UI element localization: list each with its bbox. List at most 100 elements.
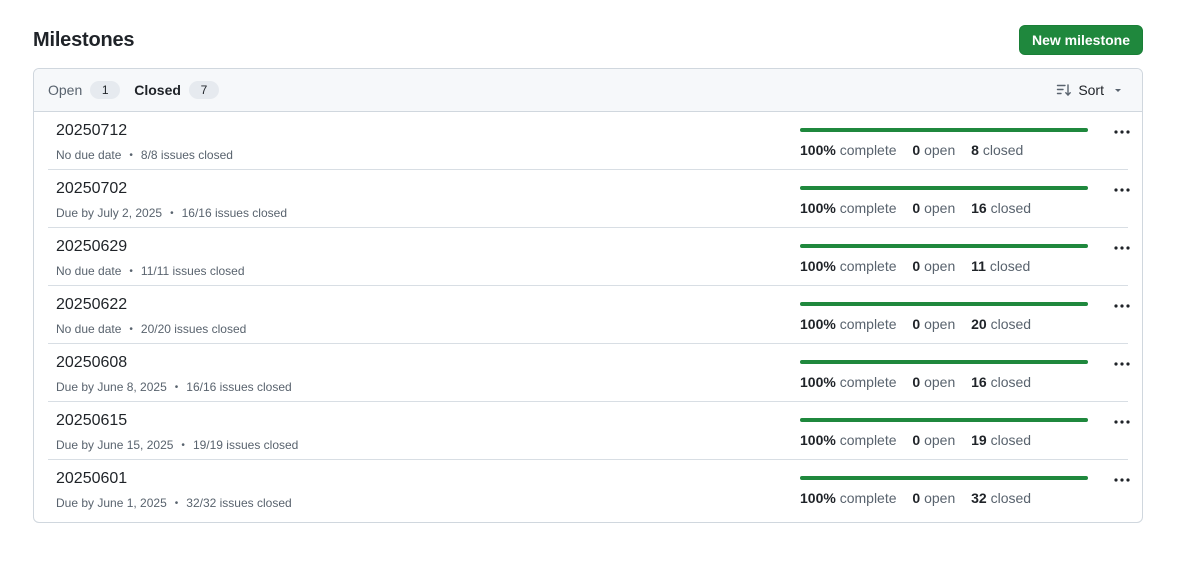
open-label: open [924, 374, 956, 390]
progress-bar [800, 476, 1088, 480]
closed-count: 20 [971, 316, 987, 332]
milestone-info: 20250608 Due by June 8, 2025 • 16/16 iss… [48, 344, 292, 401]
tab-closed-label: Closed [134, 82, 181, 98]
closed-label: closed [990, 432, 1032, 448]
progress-bar [800, 302, 1088, 306]
milestone-issues-summary: 20/20 issues closed [140, 322, 247, 336]
milestone-progress-area: 100% complete 0 open 32 closed [800, 460, 1140, 518]
closed-count: 32 [971, 490, 987, 506]
percent-value: 100% [800, 316, 836, 332]
closed-count: 11 [971, 258, 986, 274]
stat-closed: 11 closed [971, 258, 1030, 274]
kebab-menu-icon[interactable] [1110, 296, 1134, 316]
open-count: 0 [912, 316, 921, 332]
complete-label: complete [839, 316, 897, 332]
sort-dropdown[interactable]: Sort [1056, 82, 1126, 98]
stat-open: 0 open [912, 200, 955, 216]
progress-bar [800, 186, 1088, 190]
complete-label: complete [839, 374, 897, 390]
separator-dot: • [181, 439, 185, 451]
open-count: 0 [912, 200, 921, 216]
milestone-title[interactable]: 20250629 [56, 237, 245, 257]
stat-closed: 20 closed [971, 316, 1031, 332]
milestone-title[interactable]: 20250622 [56, 295, 246, 315]
new-milestone-button[interactable]: New milestone [1018, 25, 1143, 55]
tab-closed[interactable]: Closed 7 [134, 81, 219, 99]
milestone-row: 20250622 No due date • 20/20 issues clos… [48, 286, 1130, 344]
milestone-due-date: No due date [56, 264, 122, 278]
stat-complete: 100% complete [800, 142, 897, 158]
closed-label: closed [990, 374, 1032, 390]
milestone-due-date: No due date [56, 322, 122, 336]
open-label: open [924, 432, 956, 448]
separator-dot: • [174, 497, 179, 509]
kebab-menu-icon[interactable] [1110, 470, 1134, 490]
milestone-issues-summary: 32/32 issues closed [186, 496, 292, 510]
milestone-row: 20250629 No due date • 11/11 issues clos… [48, 228, 1130, 286]
milestone-info: 20250712 No due date • 8/8 issues closed [48, 112, 233, 169]
separator-dot: • [129, 149, 133, 161]
milestone-progress-area: 100% complete 0 open 8 closed [800, 112, 1140, 170]
progress-bar-fill [800, 418, 1088, 422]
milestone-title[interactable]: 20250615 [56, 411, 298, 431]
progress-bar [800, 244, 1088, 248]
open-label: open [924, 142, 956, 158]
milestone-meta: No due date • 20/20 issues closed [56, 322, 246, 336]
closed-count: 16 [971, 200, 987, 216]
milestone-meta: Due by June 8, 2025 • 16/16 issues close… [56, 380, 292, 394]
stat-complete: 100% complete [800, 374, 897, 390]
milestone-title[interactable]: 20250712 [56, 121, 233, 141]
milestones-box: Open 1 Closed 7 Sort 20250712 No due dat… [33, 68, 1143, 523]
percent-value: 100% [800, 432, 836, 448]
closed-count: 16 [971, 374, 987, 390]
stat-complete: 100% complete [800, 432, 897, 448]
progress-bar [800, 128, 1088, 132]
tab-open[interactable]: Open 1 [48, 81, 121, 99]
milestone-title[interactable]: 20250601 [56, 469, 292, 489]
milestone-row: 20250712 No due date • 8/8 issues closed… [48, 112, 1130, 170]
milestone-row: 20250601 Due by June 1, 2025 • 32/32 iss… [48, 460, 1130, 518]
milestone-info: 20250629 No due date • 11/11 issues clos… [48, 228, 245, 285]
milestone-meta: No due date • 8/8 issues closed [56, 148, 233, 162]
milestone-due-date: Due by July 2, 2025 [56, 206, 163, 220]
complete-label: complete [839, 200, 897, 216]
percent-value: 100% [800, 142, 836, 158]
progress-bar-fill [800, 360, 1088, 364]
milestone-title[interactable]: 20250608 [56, 353, 292, 373]
milestone-row: 20250615 Due by June 15, 2025 • 19/19 is… [48, 402, 1130, 460]
kebab-menu-icon[interactable] [1110, 238, 1134, 258]
complete-label: complete [839, 142, 897, 158]
open-count: 0 [912, 374, 921, 390]
kebab-menu-icon[interactable] [1110, 412, 1134, 432]
closed-label: closed [990, 316, 1032, 332]
kebab-menu-icon[interactable] [1110, 354, 1134, 374]
milestone-stats: 100% complete 0 open 11 closed [800, 258, 1042, 274]
progress-bar-fill [800, 476, 1088, 480]
closed-count: 8 [971, 142, 979, 158]
milestones-toolbar: Open 1 Closed 7 Sort [34, 69, 1142, 112]
page-header: Milestones New milestone [33, 25, 1143, 55]
complete-label: complete [839, 258, 897, 274]
open-label: open [924, 316, 956, 332]
chevron-down-icon [1110, 82, 1126, 98]
closed-label: closed [982, 142, 1024, 158]
stat-closed: 16 closed [971, 374, 1031, 390]
milestone-stats: 100% complete 0 open 16 closed [800, 374, 1043, 390]
milestone-stats: 100% complete 0 open 20 closed [800, 316, 1043, 332]
open-count: 0 [912, 432, 921, 448]
milestone-stats: 100% complete 0 open 19 closed [800, 432, 1043, 448]
tab-open-label: Open [48, 82, 83, 98]
milestone-due-date: No due date [56, 148, 122, 162]
milestone-progress-area: 100% complete 0 open 16 closed [800, 344, 1140, 402]
milestone-due-date: Due by June 15, 2025 [56, 438, 174, 452]
progress-bar-fill [800, 302, 1088, 306]
separator-dot: • [170, 207, 174, 219]
milestone-title[interactable]: 20250702 [56, 179, 287, 199]
kebab-menu-icon[interactable] [1110, 122, 1134, 142]
progress-bar [800, 360, 1088, 364]
milestone-stats: 100% complete 0 open 32 closed [800, 490, 1043, 506]
kebab-menu-icon[interactable] [1110, 180, 1134, 200]
stat-open: 0 open [912, 374, 955, 390]
open-label: open [924, 200, 956, 216]
milestone-progress-area: 100% complete 0 open 19 closed [800, 402, 1140, 460]
